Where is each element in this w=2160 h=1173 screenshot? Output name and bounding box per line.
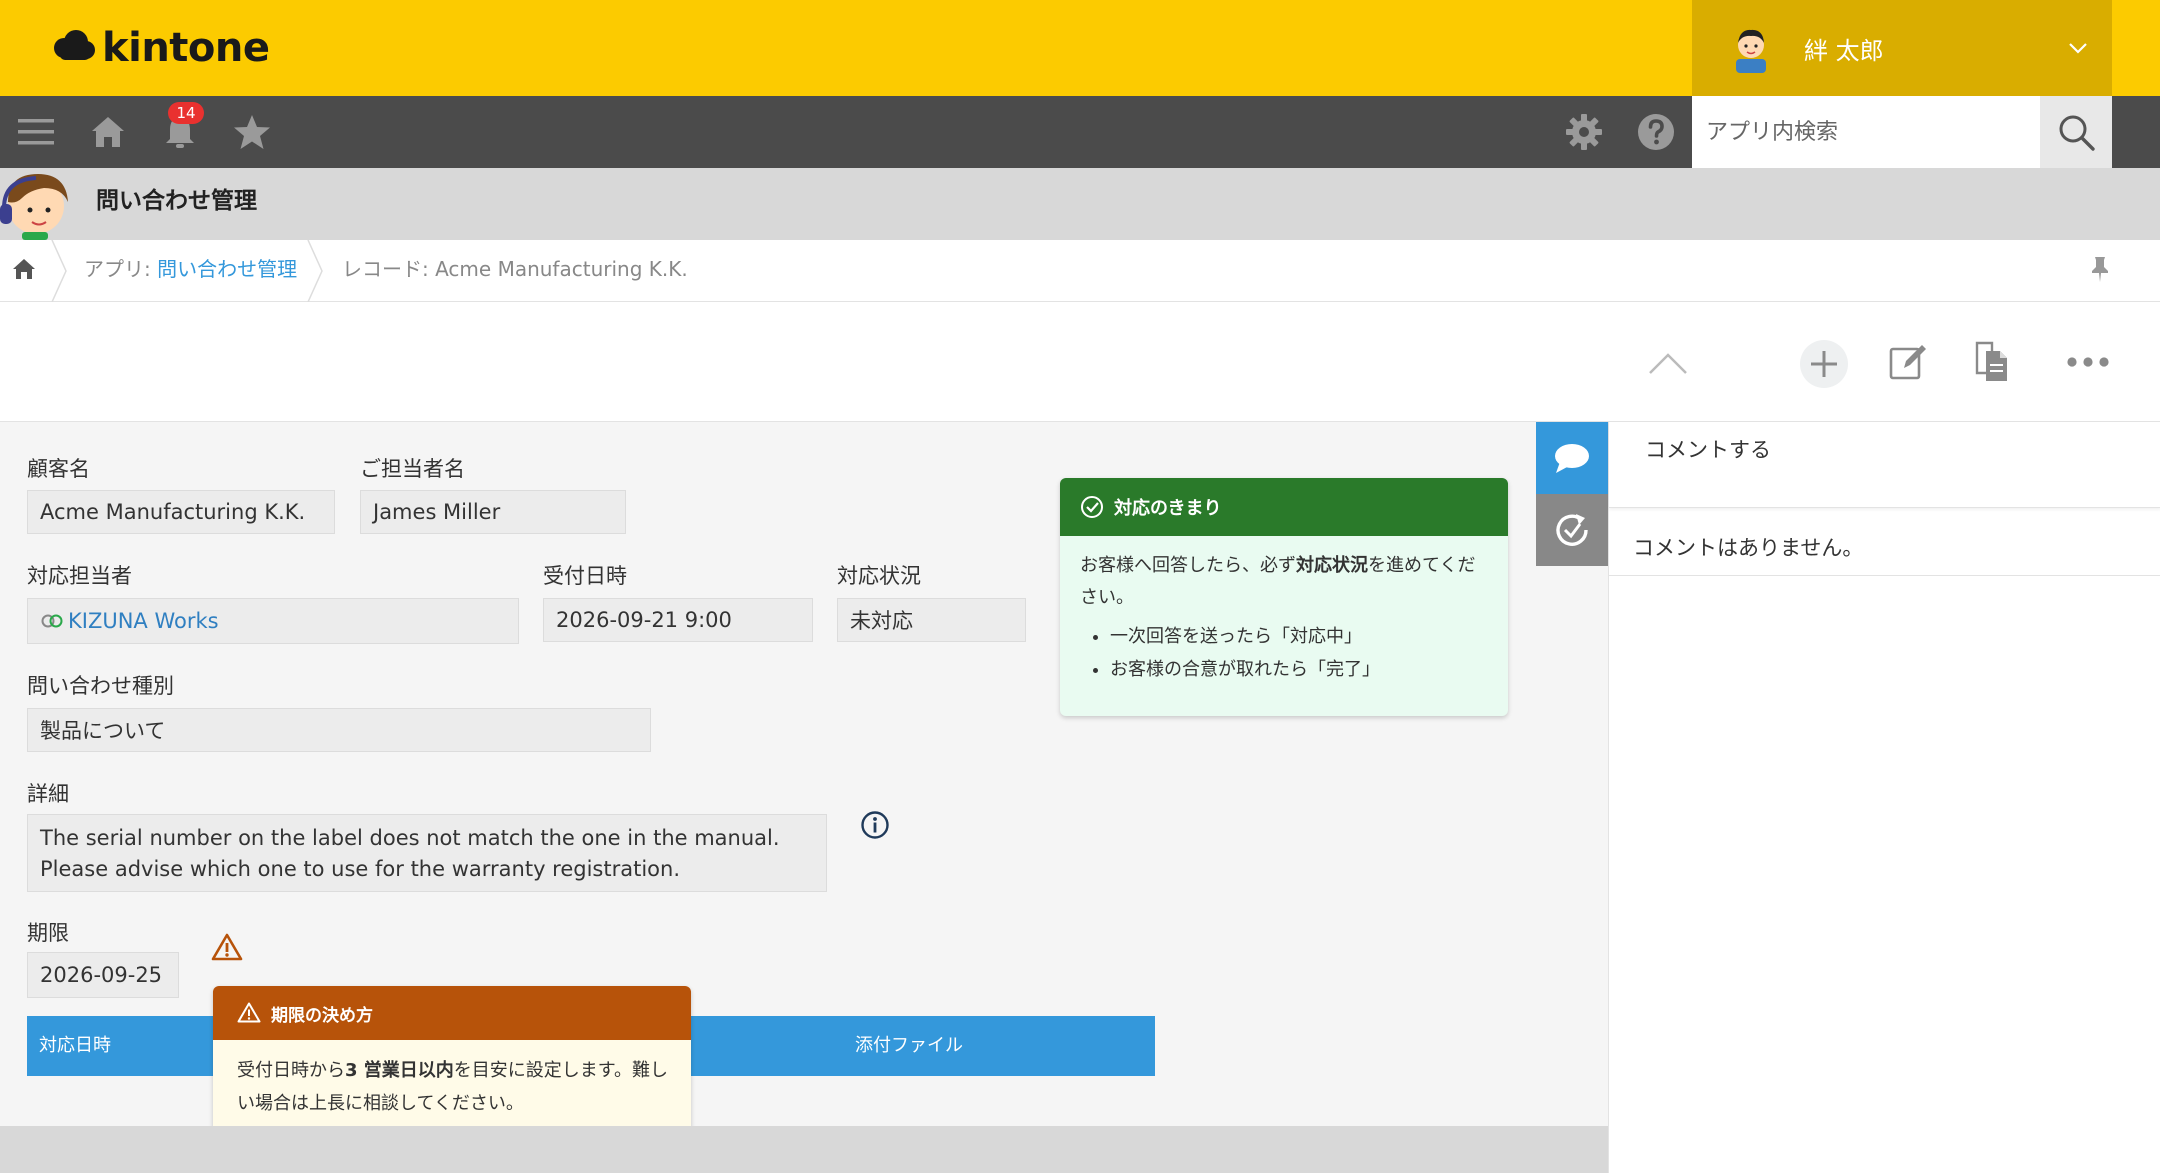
response-rule-note: 対応のきまり お客様へ回答したら、必ず対応状況を進めてください。 一次回答を送っ… <box>1060 478 1508 716</box>
app-support-icon <box>0 174 68 240</box>
duplicate-icon <box>1975 341 2007 381</box>
user-menu[interactable]: 絆 太郎 <box>1692 0 2112 96</box>
favorites-button[interactable] <box>228 96 276 168</box>
received-date-label: 受付日時 <box>543 564 627 588</box>
info-icon[interactable] <box>860 810 890 840</box>
tab-history[interactable] <box>1536 494 1608 566</box>
user-avatar-icon <box>1736 29 1766 73</box>
customer-name-value: Acme Manufacturing K.K. <box>27 490 335 534</box>
search-icon <box>2059 115 2095 151</box>
user-name: 絆 太郎 <box>1804 36 1884 65</box>
cloud-logo-icon <box>54 30 95 60</box>
customer-name-label: 顧客名 <box>27 457 90 481</box>
comment-input[interactable]: コメントする <box>1609 422 2160 508</box>
detail-line-1: The serial number on the label does not … <box>40 826 780 850</box>
global-header: kintone 絆 太郎 <box>0 0 2160 96</box>
breadcrumb-app-prefix: アプリ: <box>84 257 158 281</box>
warning-icon[interactable] <box>211 932 243 962</box>
gear-icon <box>1566 114 1602 150</box>
app-title-bar: 問い合わせ管理 <box>0 168 2160 240</box>
chevron-down-icon <box>2069 43 2087 54</box>
add-record-button[interactable] <box>1800 340 1848 388</box>
plus-icon <box>1811 351 1837 377</box>
column-attachment: 添付ファイル <box>855 1035 963 1056</box>
breadcrumb-app: アプリ: 問い合わせ管理 <box>84 240 297 298</box>
ellipsis-icon <box>2067 357 2109 367</box>
breadcrumb-app-link[interactable]: 問い合わせ管理 <box>157 257 297 281</box>
contact-name-value: James Miller <box>360 490 626 534</box>
home-icon <box>92 117 124 147</box>
speech-bubble-icon <box>1555 444 1589 473</box>
record-action-bar <box>0 302 2160 422</box>
settings-button[interactable] <box>1560 96 1608 168</box>
no-comments-text: コメントはありません。 <box>1633 536 1864 560</box>
rule-list-item: 一次回答を送ったら「対応中」 <box>1110 620 1488 653</box>
comment-divider <box>1609 575 2160 576</box>
deadline-value: 2026-09-25 <box>27 952 179 998</box>
edit-icon <box>1889 345 1926 380</box>
rule-text-bold: 対応状況 <box>1296 555 1368 576</box>
status-label: 対応状況 <box>837 564 921 588</box>
history-icon <box>1556 514 1588 546</box>
breadcrumb-home-icon[interactable] <box>10 255 38 283</box>
more-options-button[interactable] <box>2064 340 2112 384</box>
menu-button[interactable] <box>12 96 60 168</box>
response-rule-header: 対応のきまり <box>1060 478 1508 536</box>
star-icon <box>234 115 270 149</box>
warning-icon <box>237 1002 261 1023</box>
breadcrumb: アプリ: 問い合わせ管理 レコード: Acme Manufacturing K.… <box>0 240 2160 302</box>
help-button[interactable] <box>1632 96 1680 168</box>
kintone-logo[interactable]: kintone <box>50 22 270 74</box>
deadline-text-bold: 3 営業日以内 <box>345 1060 454 1081</box>
edit-record-button[interactable] <box>1886 340 1930 384</box>
category-label: 問い合わせ種別 <box>27 674 174 698</box>
app-title[interactable]: 問い合わせ管理 <box>96 168 257 240</box>
breadcrumb-separator-icon <box>307 240 323 302</box>
response-rule-title: 対応のきまり <box>1114 498 1222 519</box>
detail-value: The serial number on the label does not … <box>27 814 827 892</box>
group-icon <box>41 614 63 628</box>
search-button[interactable] <box>2040 96 2112 168</box>
response-rule-body: お客様へ回答したら、必ず対応状況を進めてください。 一次回答を送ったら「対応中」… <box>1060 536 1508 686</box>
received-date-value: 2026-09-21 9:00 <box>543 598 813 642</box>
chevron-up-icon <box>1649 353 1687 374</box>
comment-panel: コメントする コメントはありません。 <box>1608 422 2160 1173</box>
assignee-label: 対応担当者 <box>27 564 132 588</box>
form-bottom-strip <box>0 1126 1608 1173</box>
deadline-rule-note: 期限の決め方 受付日時から3 営業日以内を目安に設定します。難しい場合は上長に相… <box>213 986 691 1136</box>
check-circle-icon <box>1081 496 1103 518</box>
notification-badge: 14 <box>168 102 204 124</box>
rule-text-pre: お客様へ回答したら、必ず <box>1080 555 1296 576</box>
breadcrumb-separator-icon <box>51 240 67 302</box>
column-response-date: 対応日時 <box>39 1035 111 1056</box>
deadline-rule-body: 受付日時から3 営業日以内を目安に設定します。難しい場合は上長に相談してください… <box>213 1040 691 1120</box>
logo-text: kintone <box>102 25 270 71</box>
assignee-link[interactable]: KIZUNA Works <box>68 609 219 633</box>
deadline-label: 期限 <box>27 921 69 945</box>
home-button[interactable] <box>84 96 132 168</box>
duplicate-record-button[interactable] <box>1972 340 2012 384</box>
pin-icon[interactable] <box>2086 254 2114 284</box>
side-panel-tabs <box>1536 422 1608 566</box>
deadline-text-pre: 受付日時から <box>237 1060 345 1081</box>
tab-comments[interactable] <box>1536 422 1608 494</box>
deadline-rule-header: 期限の決め方 <box>213 986 691 1040</box>
breadcrumb-record: レコード: Acme Manufacturing K.K. <box>342 257 688 281</box>
contact-name-label: ご担当者名 <box>360 457 465 481</box>
rule-list-item: お客様の合意が取れたら「完了」 <box>1110 653 1488 686</box>
hamburger-menu-icon <box>18 119 54 145</box>
app-search-input[interactable] <box>1692 96 2040 168</box>
detail-line-2: Please advise which one to use for the w… <box>40 857 681 881</box>
status-value: 未対応 <box>837 598 1026 642</box>
help-icon <box>1638 114 1674 150</box>
rule-list: 一次回答を送ったら「対応中」 お客様の合意が取れたら「完了」 <box>1110 620 1488 686</box>
deadline-rule-title: 期限の決め方 <box>271 1005 373 1026</box>
previous-record-button[interactable] <box>1640 338 1696 386</box>
assignee-value: KIZUNA Works <box>27 598 519 644</box>
detail-label: 詳細 <box>27 782 69 806</box>
category-value: 製品について <box>27 708 651 752</box>
